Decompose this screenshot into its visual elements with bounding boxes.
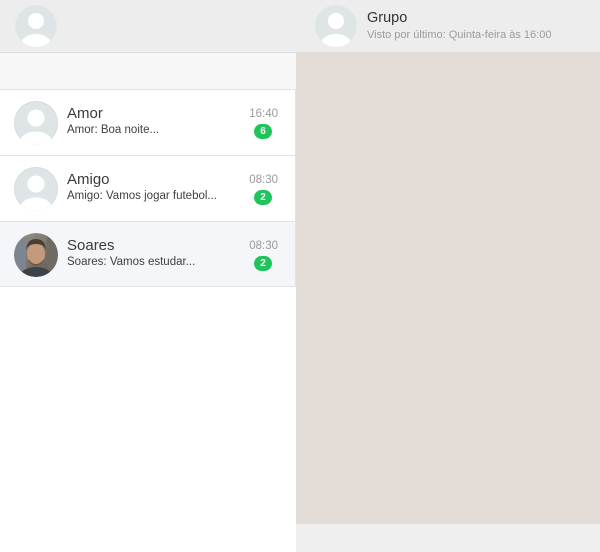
chat-preview: Amor: Boa noite... (67, 124, 160, 136)
contact-avatar-icon (14, 167, 58, 211)
chat-item-soares[interactable]: Soares Soares: Vamos estudar... 08:30 2 (0, 221, 296, 287)
chat-time: 16:40 (249, 108, 278, 120)
chat-time: 08:30 (249, 174, 278, 186)
conversation-title: Grupo (367, 10, 408, 26)
group-avatar-icon[interactable] (315, 5, 357, 47)
unread-count-badge: 2 (254, 256, 272, 271)
chat-time: 08:30 (249, 240, 278, 252)
unread-count-badge: 2 (254, 190, 272, 205)
messages-area[interactable] (296, 53, 600, 524)
chat-preview: Amigo: Vamos jogar futebol... (67, 190, 217, 202)
contact-avatar-icon (14, 101, 58, 145)
conversation-pane: Grupo Visto por último: Quinta-feira às … (296, 0, 600, 552)
search-bar[interactable] (0, 53, 296, 89)
chat-name: Soares (67, 237, 115, 254)
chat-item-amor[interactable]: Amor Amor: Boa noite... 16:40 6 (0, 89, 296, 155)
profile-avatar-icon[interactable] (15, 5, 57, 47)
sidebar-header (0, 0, 296, 53)
conversation-header[interactable]: Grupo Visto por último: Quinta-feira às … (296, 0, 600, 53)
chat-name: Amigo (67, 171, 110, 188)
chat-list: Amor Amor: Boa noite... 16:40 6 Amigo Am… (0, 89, 296, 287)
chat-item-amigo[interactable]: Amigo Amigo: Vamos jogar futebol... 08:3… (0, 155, 296, 221)
chat-sidebar: Amor Amor: Boa noite... 16:40 6 Amigo Am… (0, 0, 296, 552)
unread-count-badge: 6 (254, 124, 272, 139)
user-photo-avatar (14, 233, 58, 277)
message-composer[interactable] (296, 524, 600, 552)
chat-name: Amor (67, 105, 103, 122)
chat-preview: Soares: Vamos estudar... (67, 256, 196, 268)
last-seen-status: Visto por último: Quinta-feira às 16:00 (367, 29, 552, 41)
